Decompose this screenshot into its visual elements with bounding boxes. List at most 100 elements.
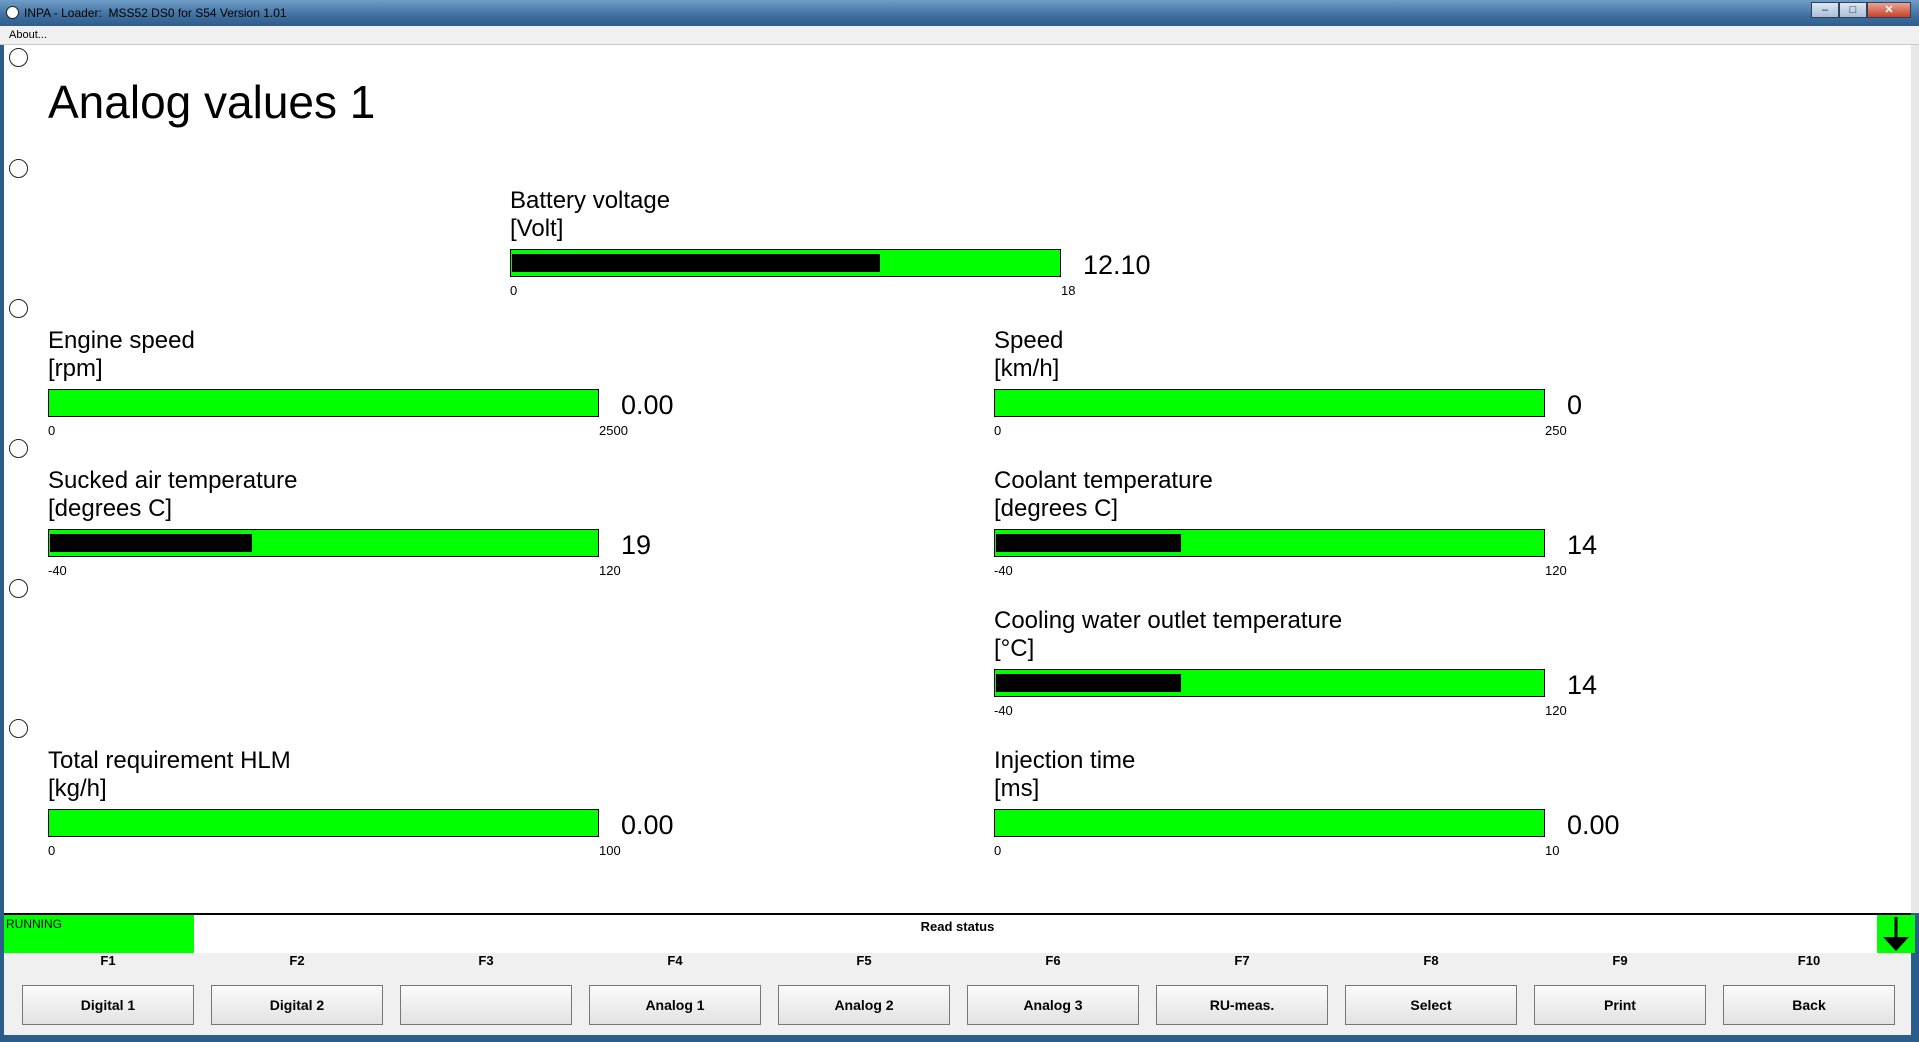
fkey-f7: F7 RU-meas. (1156, 953, 1328, 1035)
gauge-min: 0 (994, 423, 1002, 438)
gauge-max: 250 (1545, 423, 1567, 438)
down-arrow-icon (1883, 917, 1909, 951)
gauge-fill (512, 254, 880, 272)
gauge-label: Engine speed (48, 327, 195, 354)
gauge-total-requirement-hlm: Total requirement HLM [kg/h] 0.00 0 100 (48, 747, 728, 867)
radio-button[interactable] (9, 579, 28, 598)
gauge-battery-voltage: Battery voltage [Volt] 12.10 0 18 (510, 187, 1190, 307)
gauge-value: 0 (1567, 390, 1583, 420)
analog-3-button[interactable]: Analog 3 (967, 985, 1139, 1025)
window-border-right (1911, 45, 1919, 913)
fkey-f3: F3 (400, 953, 572, 1035)
gauge-min: 0 (510, 283, 518, 298)
gauge-cooling-water-outlet-temperature: Cooling water outlet temperature [°C] 14… (994, 607, 1674, 727)
gauge-unit: [ms] (994, 775, 1040, 802)
ru-meas-button[interactable]: RU-meas. (1156, 985, 1328, 1025)
gauge-max: 120 (599, 563, 621, 578)
main-panel: Analog values 1 Battery voltage [Volt] 1… (4, 45, 1911, 913)
gauge-min: -40 (48, 563, 67, 578)
gauge-max: 2500 (599, 423, 628, 438)
gauge-bar (48, 809, 599, 837)
gauge-unit: [degrees C] (994, 495, 1119, 522)
radio-button[interactable] (9, 48, 28, 67)
gauge-max: 120 (1545, 703, 1567, 718)
gauge-unit: [Volt] (510, 215, 564, 242)
scroll-down-indicator[interactable] (1877, 915, 1915, 953)
gauge-coolant-temperature: Coolant temperature [degrees C] 14 -40 1… (994, 467, 1674, 587)
gauge-bar (994, 669, 1545, 697)
gauge-bar (994, 529, 1545, 557)
gauge-speed: Speed [km/h] 0 0 250 (994, 327, 1674, 447)
gauge-min: 0 (48, 423, 56, 438)
gauge-unit: [rpm] (48, 355, 103, 382)
fkey-f1: F1 Digital 1 (22, 953, 194, 1035)
gauge-unit: [degrees C] (48, 495, 173, 522)
gauge-unit: [°C] (994, 635, 1035, 662)
gauge-label: Speed (994, 327, 1064, 354)
close-button[interactable]: ✕ (1867, 2, 1911, 18)
print-button[interactable]: Print (1534, 985, 1706, 1025)
gauge-value: 0.00 (621, 390, 674, 420)
gauge-min: 0 (48, 843, 56, 858)
fkey-f4: F4 Analog 1 (589, 953, 761, 1035)
gauge-injection-time: Injection time [ms] 0.00 0 10 (994, 747, 1674, 867)
maximize-button[interactable]: □ (1839, 2, 1867, 18)
gauge-bar (994, 389, 1545, 417)
gauge-engine-speed: Engine speed [rpm] 0.00 0 2500 (48, 327, 728, 447)
gauge-unit: [kg/h] (48, 775, 107, 802)
gauge-label: Battery voltage (510, 187, 671, 214)
gauge-unit: [km/h] (994, 355, 1060, 382)
gauge-value: 0.00 (621, 810, 674, 840)
digital-2-button[interactable]: Digital 2 (211, 985, 383, 1025)
menu-item-about[interactable]: About... (9, 29, 47, 41)
gauge-bar (48, 389, 599, 417)
gauge-value: 14 (1567, 530, 1598, 560)
gauge-value: 12.10 (1083, 250, 1151, 280)
analog-1-button[interactable]: Analog 1 (589, 985, 761, 1025)
gauge-value: 14 (1567, 670, 1598, 700)
read-status-text: Read status (920, 919, 995, 934)
fkey-label: F6 (1045, 953, 1061, 968)
function-key-bar: F1 Digital 1 F2 Digital 2 F3 F4 Analog 1… (4, 953, 1911, 1035)
gauge-max: 100 (599, 843, 621, 858)
fkey-label: F10 (1797, 953, 1821, 968)
radio-button[interactable] (9, 719, 28, 738)
gauge-value: 0.00 (1567, 810, 1620, 840)
digital-1-button[interactable]: Digital 1 (22, 985, 194, 1025)
window-title: INPA - Loader: MSS52 DS0 for S54 Version… (24, 6, 287, 20)
status-bar: RUNNING Read status (4, 913, 1915, 953)
analog-2-button[interactable]: Analog 2 (778, 985, 950, 1025)
window-titlebar: INPA - Loader: MSS52 DS0 for S54 Version… (0, 0, 1919, 26)
fkey-f9: F9 Print (1534, 953, 1706, 1035)
window-controls: – □ ✕ (1811, 2, 1911, 18)
fkey-f2: F2 Digital 2 (211, 953, 383, 1035)
gauge-sucked-air-temperature: Sucked air temperature [degrees C] 19 -4… (48, 467, 728, 587)
minimize-button[interactable]: – (1811, 2, 1839, 18)
window-border-bottom (0, 1035, 1919, 1042)
radio-button[interactable] (9, 159, 28, 178)
menu-bar: About... (0, 26, 1919, 45)
gauge-fill (50, 534, 252, 552)
fkey-label: F2 (289, 953, 305, 968)
gauge-bar (48, 529, 599, 557)
fkey-label: F8 (1423, 953, 1439, 968)
gauge-max: 10 (1545, 843, 1560, 858)
radio-button[interactable] (9, 299, 28, 318)
gauge-min: -40 (994, 563, 1013, 578)
back-button[interactable]: Back (1723, 985, 1895, 1025)
f3-button[interactable] (400, 985, 572, 1025)
fkey-label: F5 (856, 953, 872, 968)
fkey-f8: F8 Select (1345, 953, 1517, 1035)
gauge-max: 120 (1545, 563, 1567, 578)
gauge-label: Coolant temperature (994, 467, 1213, 494)
gauge-bar (510, 249, 1061, 277)
select-button[interactable]: Select (1345, 985, 1517, 1025)
gauge-label: Total requirement HLM (48, 747, 291, 774)
fkey-f6: F6 Analog 3 (967, 953, 1139, 1035)
gauge-label: Cooling water outlet temperature (994, 607, 1343, 634)
gauge-max: 18 (1061, 283, 1076, 298)
fkey-f5: F5 Analog 2 (778, 953, 950, 1035)
radio-button[interactable] (9, 439, 28, 458)
gauge-fill (996, 534, 1181, 552)
gauge-min: -40 (994, 703, 1013, 718)
